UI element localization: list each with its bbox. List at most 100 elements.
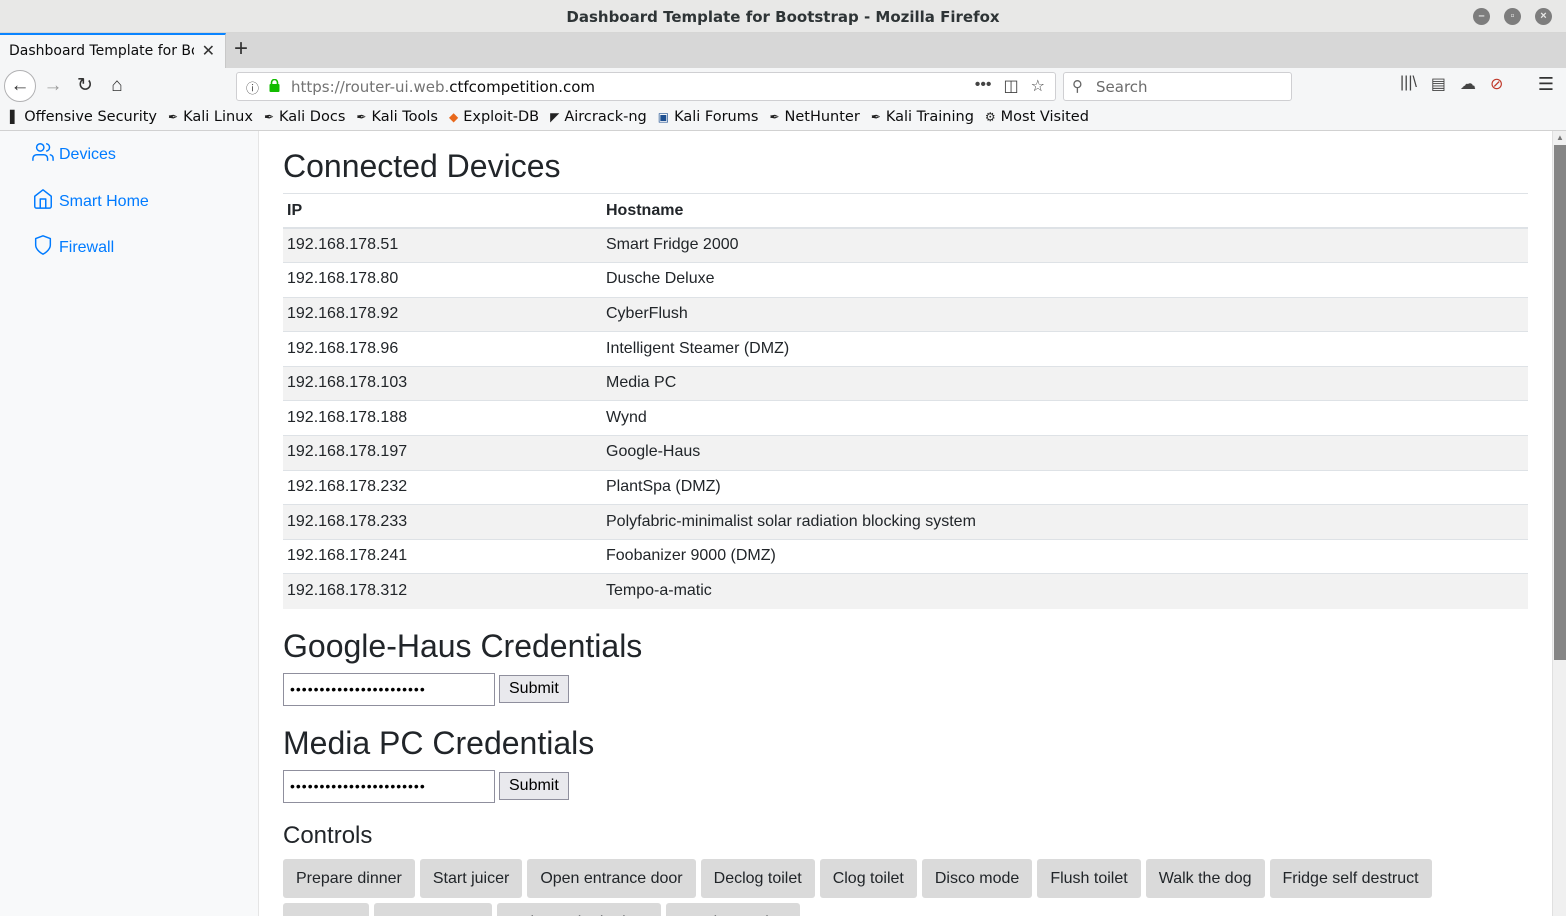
bookmark-label: Kali Forums [674,109,759,125]
bookmark-nethunter[interactable]: ✒ NetHunter [769,109,859,125]
media-pc-submit-button[interactable]: Submit [499,772,569,801]
bookmark-offensive-security[interactable]: ▌ Offensive Security [10,109,157,125]
device-hostname-cell: Polyfabric-minimalist solar radiation bl… [602,504,1528,540]
controls-button-group: Prepare dinner Start juicer Open entrance … [283,858,1528,916]
device-hostname-cell: Dusche Deluxe [602,262,1528,298]
control-button-random-action[interactable]: Random action [665,902,800,916]
page-scrollbar[interactable]: ▲ [1552,131,1566,916]
library-icon[interactable]: |||\ [1400,74,1417,94]
device-hostname-cell: PlantSpa (DMZ) [602,469,1528,505]
bookmark-label: Kali Linux [183,109,253,125]
sidebar-icon[interactable]: ▤ [1431,74,1446,94]
sync-icon[interactable]: ☁ [1460,74,1476,94]
main-content: Connected Devices IP Hostname 192.168.17… [283,131,1528,916]
table-row: 192.168.178.241 Foobanizer 9000 (DMZ) [283,538,1528,574]
devices-table: IP Hostname 192.168.178.51 Smart Fridge 2… [283,194,1528,609]
sidebar-item-label: Firewall [59,239,115,256]
google-haus-password-input[interactable]: ••••••••••••••••••••••• [283,672,495,706]
bookmark-aircrack-ng[interactable]: ◤ Aircrack-ng [550,109,647,125]
control-button-walk-the-dog[interactable]: Walk the dog [1145,858,1265,898]
bookmark-most-visited[interactable]: ⚙ Most Visited [985,109,1089,125]
bookmark-exploit-db[interactable]: ◆ Exploit-DB [449,109,539,125]
minimize-icon[interactable]: – [1473,8,1490,25]
site-info-icon[interactable]: ⓘ [246,78,259,97]
gear-icon: ⚙ [984,110,996,124]
scroll-up-arrow-icon[interactable]: ▲ [1556,133,1564,142]
device-hostname-cell: Wynd [602,400,1528,436]
bookmark-kali-linux[interactable]: ✒ Kali Linux [168,109,253,125]
control-button-open-entrance-door[interactable]: Open entrance door [527,858,696,898]
device-hostname-cell: CyberFlush [602,296,1528,332]
new-tab-icon[interactable]: + [230,35,252,63]
scrollbar-thumb[interactable] [1554,145,1566,660]
forward-arrow-icon[interactable]: → [38,71,68,101]
control-button-declog-toilet[interactable]: Declog toilet [700,858,815,898]
control-button-fridge-self-destruct[interactable]: Fridge self destruct [1269,858,1432,898]
sidebar-item-label: Smart Home [59,193,149,210]
device-ip-cell: 192.168.178.51 [283,227,602,263]
search-placeholder: Search [1096,78,1148,96]
table-row: 192.168.178.80 Dusche Deluxe [283,262,1528,298]
control-button-start-juicer[interactable]: Start juicer [419,858,523,898]
google-haus-submit-button[interactable]: Submit [499,675,569,704]
url-bar[interactable]: ⓘ https://router-ui.web.ctfcompetition.c… [236,72,1056,101]
tab-close-icon[interactable]: ✕ [202,41,215,61]
device-hostname-cell: Intelligent Steamer (DMZ) [602,331,1528,367]
aircrack-icon: ◤ [550,110,560,124]
bookmark-kali-docs[interactable]: ✒ Kali Docs [264,109,345,125]
hamburger-menu-icon[interactable]: ☰ [1538,74,1554,95]
back-arrow-icon[interactable]: ← [4,70,36,102]
kali-icon: ✒ [263,110,274,124]
control-button-release-the-kraken[interactable]: Release the kraken [497,902,661,916]
home-icon [34,189,52,209]
media-pc-password-input[interactable]: ••••••••••••••••••••••• [283,769,495,803]
sidebar: Devices Smart Home Firewall [0,131,259,916]
control-button-start-car[interactable]: Start car [283,902,370,916]
page-actions-icon[interactable]: ••• [975,76,992,96]
table-row: 192.168.178.312 Tempo-a-matic [283,573,1528,609]
addon-icon[interactable]: ⊘ [1490,74,1503,94]
controls-heading: Controls [283,821,373,849]
device-ip-cell: 192.168.178.103 [283,365,602,401]
kali-forums-icon: ▣ [657,110,670,124]
device-hostname-cell: Foobanizer 9000 (DMZ) [602,538,1528,574]
column-header-hostname: Hostname [602,194,1528,229]
window-controls: – ▫ × [1473,8,1552,25]
close-icon[interactable]: × [1535,8,1552,25]
device-hostname-cell: Google-Haus [602,435,1528,471]
google-haus-credentials-heading: Google-Haus Credentials [283,627,643,664]
device-ip-cell: 192.168.178.232 [283,469,602,505]
home-icon[interactable]: ⌂ [102,71,132,101]
bookmark-kali-forums[interactable]: ▣ Kali Forums [658,109,759,125]
maximize-icon[interactable]: ▫ [1504,8,1521,25]
control-button-clog-toilet[interactable]: Clog toilet [819,858,917,898]
sidebar-item-smart-home[interactable]: Smart Home [32,187,149,211]
tab-strip: Dashboard Template for Bootstrap ✕ + [0,33,1566,68]
bookmark-kali-tools[interactable]: ✒ Kali Tools [356,109,438,125]
bookmark-label: Kali Tools [371,109,438,125]
bookmark-label: Aircrack-ng [564,109,647,125]
control-button-count-to-100[interactable]: Count to 100 [374,902,493,916]
device-hostname-cell: Smart Fridge 2000 [602,227,1528,263]
device-ip-cell: 192.168.178.188 [283,400,602,436]
table-row: 192.168.178.51 Smart Fridge 2000 [283,227,1528,263]
pocket-icon[interactable]: ◫ [1004,76,1019,96]
device-ip-cell: 192.168.178.92 [283,296,602,332]
reload-icon[interactable]: ↻ [70,71,100,101]
control-button-prepare-dinner[interactable]: Prepare dinner [283,858,415,898]
lock-icon [269,79,280,92]
control-button-flush-toilet[interactable]: Flush toilet [1037,858,1141,898]
bookmark-label: Most Visited [1000,109,1089,125]
tab-dashboard[interactable]: Dashboard Template for Bootstrap ✕ [0,33,226,68]
bookmark-label: Kali Docs [279,109,346,125]
sidebar-item-firewall[interactable]: Firewall [32,233,114,257]
search-bar[interactable]: ⚲ Search [1063,72,1292,101]
media-pc-credentials-form: ••••••••••••••••••••••• Submit [283,769,1528,803]
device-ip-cell: 192.168.178.96 [283,331,602,367]
control-button-disco-mode[interactable]: Disco mode [921,858,1033,898]
bookmark-kali-training[interactable]: ✒ Kali Training [871,109,974,125]
device-ip-cell: 192.168.178.197 [283,435,602,471]
sidebar-item-devices[interactable]: Devices [32,140,116,164]
kali-icon: ✒ [870,110,881,124]
bookmark-star-icon[interactable]: ☆ [1031,76,1045,96]
